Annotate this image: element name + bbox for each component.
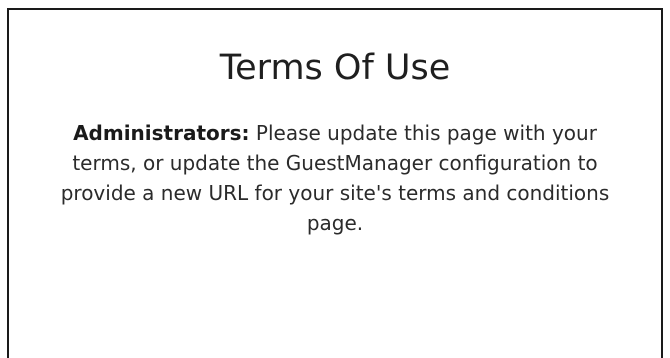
admin-notice: Administrators: Please update this page … (50, 118, 620, 238)
admin-notice-label: Administrators: (73, 121, 250, 145)
page-title: Terms Of Use (219, 48, 451, 88)
terms-panel: Terms Of Use Administrators: Please upda… (7, 8, 663, 358)
